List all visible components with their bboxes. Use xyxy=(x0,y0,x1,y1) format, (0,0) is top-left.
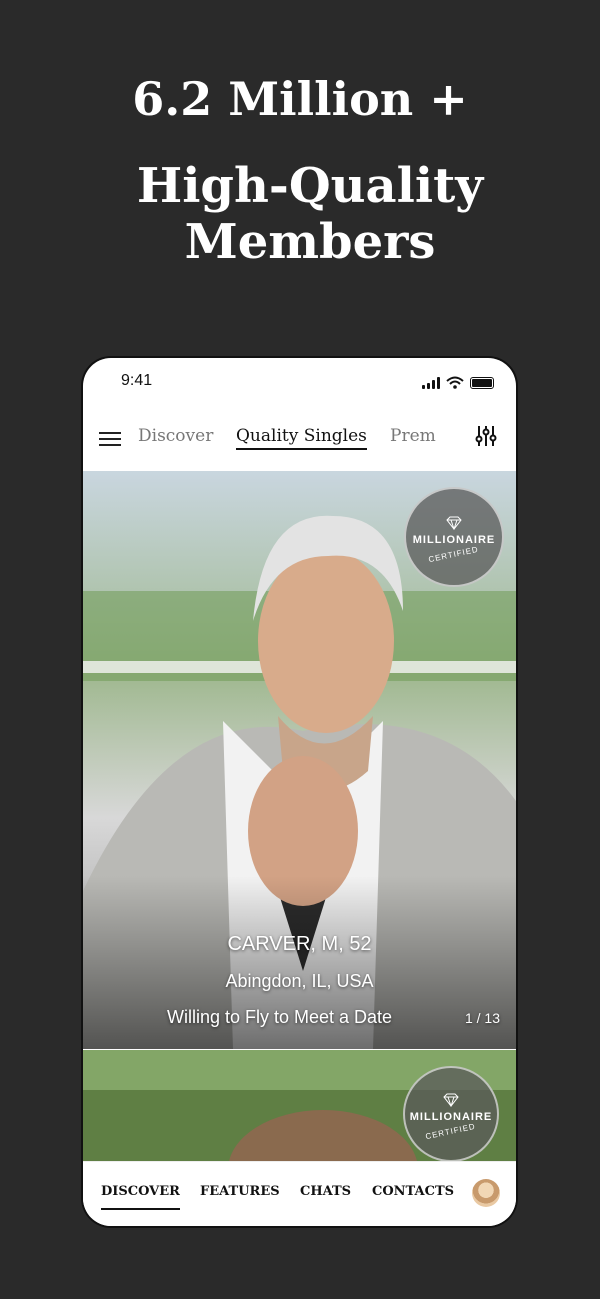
badge-subtitle: CERTIFIED xyxy=(425,1121,477,1141)
tab-quality-singles[interactable]: Quality Singles xyxy=(236,426,367,450)
signal-icon xyxy=(422,377,440,389)
nav-features[interactable]: FEATURES xyxy=(200,1184,280,1199)
profile-location: Abingdon, IL, USA xyxy=(225,971,374,991)
diamond-icon xyxy=(443,1093,459,1107)
nav-contacts[interactable]: CONTACTS xyxy=(372,1184,454,1199)
filter-icon[interactable] xyxy=(474,424,498,448)
badge-title: MILLIONAIRE xyxy=(412,533,496,546)
bottom-navigation: DISCOVER FEATURES CHATS CONTACTS xyxy=(83,1161,516,1226)
diamond-icon xyxy=(446,516,462,530)
photo-counter: 1 / 13 xyxy=(464,1010,500,1026)
tab-discover[interactable]: Discover xyxy=(138,426,213,446)
phone-mockup: 9:41 Discover Quality Singles Prem MILLI… xyxy=(83,358,516,1226)
hero-title-line2: High-Quality Members xyxy=(136,158,484,270)
menu-icon[interactable] xyxy=(99,428,121,448)
wifi-icon xyxy=(446,376,464,389)
profile-card[interactable]: MILLIONAIRE CERTIFIED xyxy=(83,1050,516,1162)
top-navigation: Discover Quality Singles Prem xyxy=(83,418,516,470)
battery-icon xyxy=(470,377,494,389)
status-bar: 9:41 xyxy=(83,358,516,408)
millionaire-certified-badge: MILLIONAIRE CERTIFIED xyxy=(403,1066,499,1162)
status-icons xyxy=(422,376,494,389)
badge-title: MILLIONAIRE xyxy=(409,1110,493,1123)
profile-card[interactable]: MILLIONAIRE CERTIFIED CARVER, M, 52 Abin… xyxy=(83,471,516,1049)
hero-title-line1: 6.2 Million + xyxy=(132,72,468,126)
status-time: 9:41 xyxy=(121,372,153,389)
badge-subtitle: CERTIFIED xyxy=(428,544,480,564)
nav-chats[interactable]: CHATS xyxy=(300,1184,351,1199)
profile-tagline: Willing to Fly to Meet a Date xyxy=(166,1007,393,1027)
millionaire-certified-badge: MILLIONAIRE CERTIFIED xyxy=(404,487,504,587)
profile-name: CARVER, M, 52 xyxy=(227,933,372,955)
user-avatar[interactable] xyxy=(472,1179,500,1207)
nav-discover[interactable]: DISCOVER xyxy=(101,1184,180,1210)
tab-premium[interactable]: Prem xyxy=(390,426,436,446)
